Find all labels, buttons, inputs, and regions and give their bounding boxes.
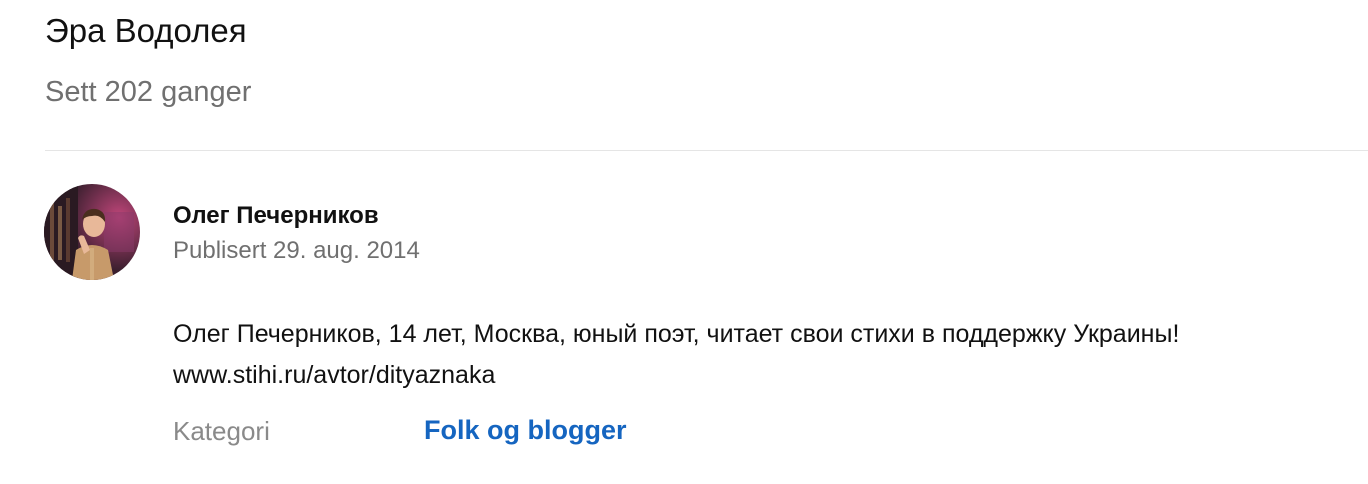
channel-avatar[interactable] — [44, 184, 140, 280]
video-description: Олег Печерников, 14 лет, Москва, юный по… — [173, 314, 1179, 396]
category-label: Kategori — [173, 416, 270, 446]
channel-name[interactable]: Олег Печерников — [173, 202, 379, 230]
category-link[interactable]: Folk og blogger — [424, 415, 627, 446]
divider — [45, 150, 1368, 151]
view-count: Sett 202 ganger — [45, 76, 252, 108]
video-title: Эра Водолея — [45, 12, 247, 49]
publish-date: Publisert 29. aug. 2014 — [173, 237, 420, 264]
video-info-panel: Эра Водолея Sett 202 ganger Олег Печерни… — [0, 0, 1368, 484]
description-text: Олег Печерников, 14 лет, Москва, юный по… — [173, 320, 1180, 348]
avatar-image — [44, 184, 140, 280]
description-link[interactable]: www.stihi.ru/avtor/dityaznaka — [173, 355, 1179, 396]
